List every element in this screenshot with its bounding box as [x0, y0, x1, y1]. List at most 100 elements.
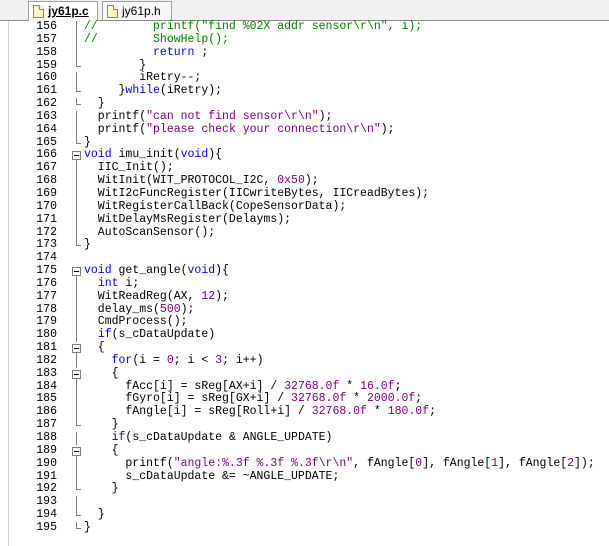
line-number: 188 [36, 431, 57, 444]
fold-collapse-icon[interactable] [71, 368, 83, 381]
line-number: 164 [36, 122, 57, 136]
code-token: * [366, 405, 388, 419]
code-token: s_cDataUpdate &= ~ANGLE_UPDATE; [84, 469, 340, 483]
fold-guide [71, 226, 83, 240]
code-token: // ShowHelp(); [84, 32, 229, 46]
code-token: WitRegisterCallBack(CopeSensorData); [84, 199, 347, 213]
code-line[interactable]: 173} [9, 238, 609, 252]
code-token: } [84, 508, 105, 522]
fold-guide [71, 175, 83, 188]
line-number: 170 [36, 199, 57, 213]
fold-guide [71, 21, 83, 34]
code-token: printf( [84, 122, 147, 136]
fold-guide [71, 98, 83, 111]
code-token: { [84, 341, 105, 355]
line-number: 195 [36, 520, 57, 534]
code-token: WitInit(WIT_PROTOCOL_I2C, [84, 174, 278, 188]
code-token: ], fAngle[ [498, 456, 568, 470]
code-token: printf( [84, 456, 174, 470]
fold-guide [71, 277, 83, 291]
code-token: ); [304, 174, 319, 188]
line-number: 158 [36, 45, 57, 59]
fold-collapse-icon[interactable] [71, 265, 83, 279]
fold-guide [71, 123, 83, 137]
fold-collapse-icon[interactable] [71, 149, 83, 163]
code-token: (s_cDataUpdate) [111, 328, 216, 342]
code-line[interactable]: 164 printf("please check your connection… [9, 122, 609, 137]
code-lines: 156 // printf("find %02X addr sensor\r\n"… [9, 20, 609, 535]
code-token: ; [194, 45, 209, 59]
code-token: 32768.0f [291, 392, 347, 406]
code-token: 2000.0f [366, 392, 416, 406]
code-token: } [84, 418, 119, 432]
code-line[interactable]: 172 AutoScanSensor(); [9, 226, 609, 240]
code-token: } [84, 482, 119, 496]
code-token: delay_ms( [84, 302, 160, 316]
c-file-icon [33, 5, 44, 18]
code-token: ){ [215, 264, 229, 278]
line-number: 169 [36, 186, 57, 200]
code-token: void [187, 264, 216, 278]
code-token: } [84, 135, 91, 149]
line-number: 181 [36, 341, 57, 355]
code-token: IIC_Init(); [84, 161, 174, 175]
code-line[interactable]: 195} [9, 520, 609, 535]
line-number: 162 [36, 97, 57, 111]
code-token: , fAngle[ [353, 456, 416, 470]
code-token: ], fAngle[ [422, 456, 492, 470]
code-text: if(s_cDataUpdate & ANGLE_UPDATE) [84, 431, 333, 445]
editor-tab-bar: jy61p.c jy61p.h [0, 0, 609, 21]
fold-guide [71, 252, 83, 265]
code-token: (iRetry); [159, 84, 223, 98]
code-token: WitI2cFuncRegister(IICwriteBytes, IICrea… [84, 186, 430, 200]
code-token: ); [380, 122, 395, 136]
code-token: fGyro[i] = sReg[GX+i] / [84, 392, 292, 406]
code-token: (i = [132, 353, 167, 367]
fold-collapse-icon[interactable] [71, 342, 83, 356]
fold-guide [71, 329, 83, 343]
fold-guide [71, 470, 83, 484]
code-token: ; [415, 392, 423, 406]
code-token: ); [215, 289, 229, 303]
code-token: 32768.0f [284, 379, 340, 393]
fold-collapse-icon[interactable] [71, 445, 83, 458]
fold-guide [71, 162, 83, 176]
code-token: fAngle[i] = sReg[Roll+i] / [84, 405, 312, 419]
code-token: ]); [574, 456, 595, 470]
line-number: 183 [36, 366, 57, 380]
line-number: 163 [36, 109, 57, 123]
tab-jy61p-c[interactable]: jy61p.c [28, 1, 98, 21]
fold-guide [71, 187, 83, 201]
code-token: void [84, 148, 112, 162]
fold-guide [71, 213, 83, 227]
line-number: 190 [36, 456, 57, 470]
code-token: for [111, 353, 133, 367]
fold-guide [71, 59, 83, 73]
code-line[interactable]: 192 } [9, 482, 609, 496]
code-token: } [84, 238, 91, 252]
code-token: void [84, 264, 112, 278]
code-line[interactable]: 194 } [9, 508, 609, 522]
fold-guide [71, 85, 83, 98]
code-text: } [84, 238, 91, 252]
code-token: 16.0f [360, 379, 395, 393]
code-text: s_cDataUpdate &= ~ANGLE_UPDATE; [84, 469, 340, 484]
code-token: CmdProcess(); [84, 315, 188, 329]
line-number: 176 [36, 276, 57, 290]
code-token: 12 [201, 289, 216, 303]
fold-guide [71, 393, 83, 407]
tab-jy61p-h[interactable]: jy61p.h [102, 1, 172, 20]
code-editor[interactable]: 156 // printf("find %02X addr sensor\r\n"… [0, 20, 609, 546]
code-token: { [84, 366, 119, 380]
code-token: ; [394, 379, 402, 393]
fold-guide [71, 33, 83, 47]
code-token: ; i < [173, 353, 216, 367]
code-token: imu_init( [111, 148, 181, 162]
code-token: get_angle( [111, 264, 188, 278]
line-number: 189 [36, 443, 57, 457]
fold-guide [71, 303, 83, 317]
code-token: fAcc[i] = sReg[AX+i] / [84, 379, 285, 393]
breakpoint-gutter[interactable] [0, 21, 9, 546]
code-text: AutoScanSensor(); [84, 226, 215, 240]
